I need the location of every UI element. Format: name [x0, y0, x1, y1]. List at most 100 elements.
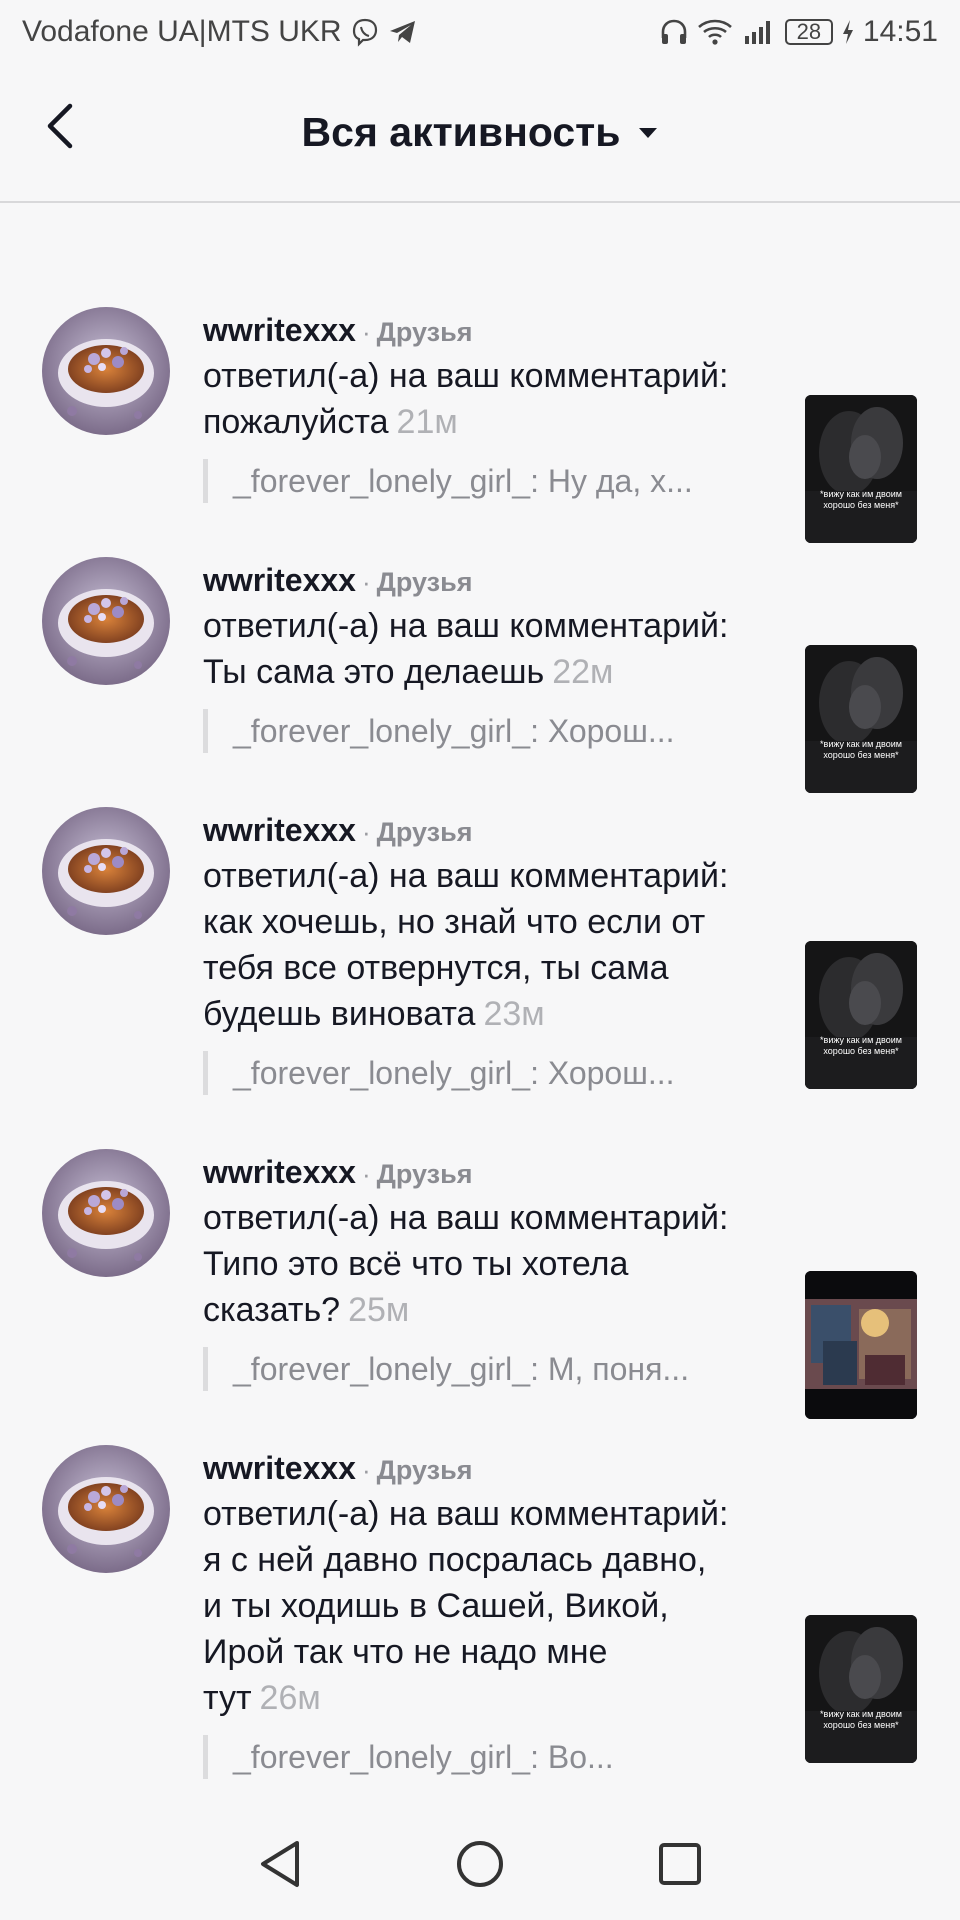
nav-recents-button[interactable] — [645, 1829, 715, 1899]
timestamp: 22м — [552, 653, 614, 691]
video-thumbnail[interactable]: *вижу как им двоим хорошо без меня* — [805, 645, 917, 793]
video-thumbnail[interactable]: *вижу как им двоим хорошо без меня* — [805, 395, 917, 543]
username-link[interactable]: wwritexxx — [203, 562, 356, 598]
thumbnail-caption: *вижу как им двоим хорошо без меня* — [820, 739, 902, 760]
message-text: ответил(-а) на ваш комментарий: — [203, 357, 729, 395]
message-text: сказать? — [203, 1291, 341, 1329]
avatar[interactable] — [42, 1149, 170, 1277]
quoted-comment[interactable]: _forever_lonely_girl_: Ну да, х... — [203, 459, 768, 503]
message-line: будешь виновата 23м — [203, 991, 773, 1037]
battery-indicator: 28 — [784, 19, 833, 45]
message-text: я с ней давно посралась давно, — [203, 1541, 707, 1579]
activity-filter-dropdown[interactable]: Вся активность — [302, 109, 659, 156]
activity-header-line: wwritexxx · Друзья — [203, 807, 773, 853]
message-text: как хочешь, но знай что если от — [203, 903, 706, 941]
system-nav-bar — [0, 1808, 960, 1920]
headphones-icon — [659, 18, 689, 46]
separator-dot: · — [361, 317, 371, 347]
avatar[interactable] — [42, 807, 170, 935]
avatar[interactable] — [42, 1445, 170, 1573]
activity-text: wwritexxx · Друзья ответил(-а) на ваш комме… — [203, 1445, 773, 1779]
activity-message: ответил(-а) на ваш комментарий: Типо это … — [203, 1195, 773, 1333]
wifi-icon — [697, 18, 733, 46]
activity-text: wwritexxx · Друзья ответил(-а) на ваш комме… — [203, 1149, 773, 1391]
status-time: 14:51 — [862, 15, 938, 48]
message-text: тут — [203, 1679, 252, 1717]
message-line: ответил(-а) на ваш комментарий: — [203, 603, 773, 649]
activity-message: ответил(-а) на ваш комментарий: Ты сама э… — [203, 603, 773, 695]
quoted-comment[interactable]: _forever_lonely_girl_: Хорош... — [203, 709, 768, 753]
thumbnail-caption: *вижу как им двоим хорошо без меня* — [820, 1035, 902, 1056]
home-circle-icon — [457, 1841, 503, 1887]
activity-message: ответил(-а) на ваш комментарий: как хочеш… — [203, 853, 773, 1037]
message-line: я с ней давно посралась давно, — [203, 1537, 773, 1583]
quoted-comment[interactable]: _forever_lonely_girl_: Хорош... — [203, 1051, 768, 1095]
message-text: ответил(-а) на ваш комментарий: — [203, 1495, 729, 1533]
caret-down-icon — [639, 127, 658, 138]
message-text: и ты ходишь в Сашей, Викой, — [203, 1587, 669, 1625]
relation-label: Друзья — [376, 317, 473, 347]
activity-message: ответил(-а) на ваш комментарий: я с ней д… — [203, 1491, 773, 1721]
activity-feed[interactable]: хах20м_forever_lonely_girl_: Я думал... … — [0, 201, 960, 1808]
carrier-name: Vodafone UA|MTS UKR — [22, 15, 342, 48]
message-text: ответил(-а) на ваш комментарий: — [203, 607, 729, 645]
viber-icon — [350, 17, 380, 47]
separator-dot: · — [361, 1159, 371, 1189]
nav-home-button[interactable] — [445, 1829, 515, 1899]
back-triangle-icon — [261, 1841, 299, 1887]
activity-message: ответил(-а) на ваш комментарий: пожалуйст… — [203, 353, 773, 445]
message-line: Ты сама это делаешь 22м — [203, 649, 773, 695]
relation-label: Друзья — [376, 1455, 473, 1485]
message-text: ответил(-а) на ваш комментарий: — [203, 1199, 729, 1237]
avatar[interactable] — [42, 307, 170, 435]
message-line: и ты ходишь в Сашей, Викой, — [203, 1583, 773, 1629]
username-link[interactable]: wwritexxx — [203, 812, 356, 848]
timestamp: 25м — [348, 1291, 410, 1329]
message-line: как хочешь, но знай что если от — [203, 899, 773, 945]
avatar[interactable] — [42, 557, 170, 685]
back-button[interactable] — [40, 98, 90, 158]
username-link[interactable]: wwritexxx — [203, 312, 356, 348]
activity-text: wwritexxx · Друзья ответил(-а) на ваш комме… — [203, 307, 773, 503]
relation-label: Друзья — [376, 817, 473, 847]
username-link[interactable]: wwritexxx — [203, 1450, 356, 1486]
telegram-icon — [388, 18, 418, 46]
message-text: пожалуйста — [203, 403, 389, 441]
relation-label: Друзья — [376, 567, 473, 597]
message-line: пожалуйста 21м — [203, 399, 773, 445]
message-text: будешь виновата — [203, 995, 476, 1033]
activity-header-line: wwritexxx · Друзья — [203, 307, 773, 353]
charging-icon — [841, 19, 855, 45]
message-line: ответил(-а) на ваш комментарий: — [203, 1491, 773, 1537]
thumbnail-caption: *вижу как им двоим хорошо без меня* — [820, 489, 902, 510]
message-line: сказать? 25м — [203, 1287, 773, 1333]
thumbnail-caption: *вижу как им двоим хорошо без меня* — [820, 1709, 902, 1730]
video-thumbnail[interactable]: *вижу как им двоим хорошо без меня* — [805, 1615, 917, 1763]
message-text: Ты сама это делаешь — [203, 653, 545, 691]
page-header: Вся активность — [0, 64, 960, 203]
quoted-comment[interactable]: _forever_lonely_girl_: М, поня... — [203, 1347, 768, 1391]
message-line: Ирой так что не надо мне — [203, 1629, 773, 1675]
nav-back-button[interactable] — [245, 1829, 315, 1899]
separator-dot: · — [361, 1455, 371, 1485]
message-line: ответил(-а) на ваш комментарий: — [203, 1195, 773, 1241]
message-line: Типо это всё что ты хотела — [203, 1241, 773, 1287]
timestamp: 21м — [396, 403, 458, 441]
quoted-comment[interactable]: _forever_lonely_girl_: Во... — [203, 1735, 768, 1779]
message-line: ответил(-а) на ваш комментарий: — [203, 853, 773, 899]
video-thumbnail[interactable]: *вижу как им двоим хорошо без меня* — [805, 941, 917, 1089]
username-link[interactable]: wwritexxx — [203, 1154, 356, 1190]
separator-dot: · — [361, 567, 371, 597]
timestamp: 26м — [259, 1679, 321, 1717]
separator-dot: · — [361, 817, 371, 847]
activity-header-line: wwritexxx · Друзья — [203, 1149, 773, 1195]
signal-icon — [741, 18, 777, 46]
chevron-left-icon — [47, 103, 73, 149]
message-text: тебя все отвернутся, ты сама — [203, 949, 669, 987]
relation-label: Друзья — [376, 1159, 473, 1189]
timestamp: 23м — [483, 995, 545, 1033]
activity-header-line: wwritexxx · Друзья — [203, 1445, 773, 1491]
video-thumbnail[interactable] — [805, 1271, 917, 1419]
activity-text: wwritexxx · Друзья ответил(-а) на ваш комме… — [203, 557, 773, 753]
recents-square-icon — [659, 1843, 701, 1885]
